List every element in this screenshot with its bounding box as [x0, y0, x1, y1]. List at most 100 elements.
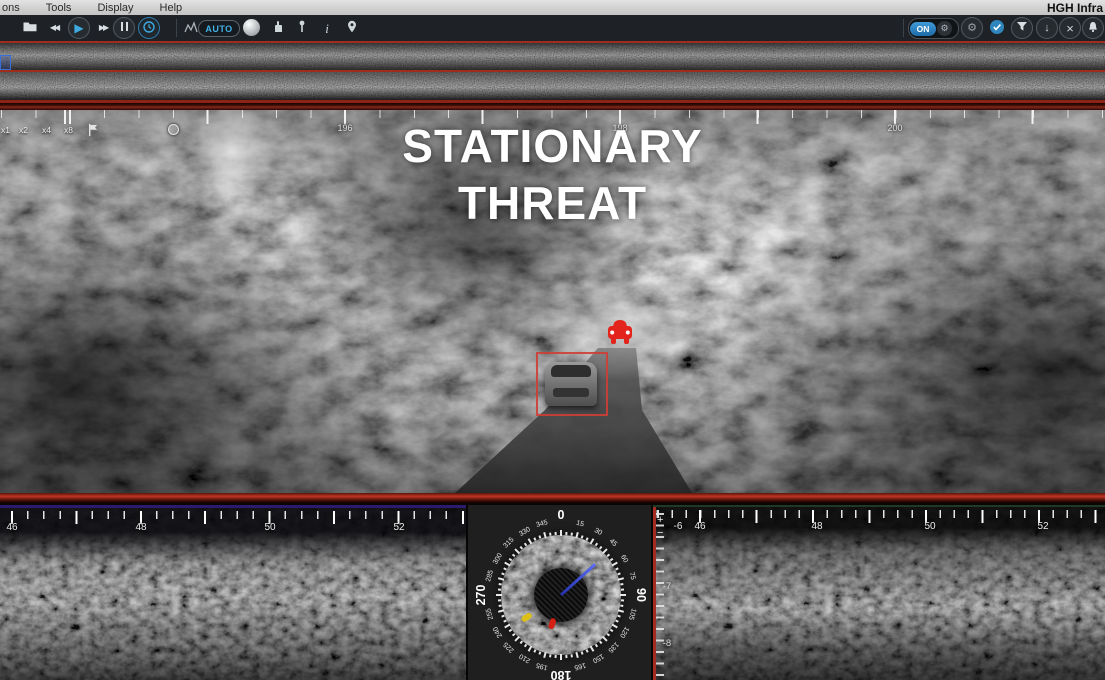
panorama-selection-box[interactable]	[0, 55, 11, 70]
compass-tick	[618, 615, 621, 618]
compass-tick	[571, 533, 573, 536]
menu-item-options-partial[interactable]: ons	[0, 2, 33, 14]
window-title: HGH Infra	[1047, 1, 1103, 15]
compass-tick	[621, 588, 624, 590]
compass-tick	[496, 594, 502, 596]
download-button[interactable]: ↓	[1036, 17, 1058, 39]
ruler-label: 50	[264, 522, 275, 533]
compass-dial[interactable]: 0153045607590105120135150165180195210225…	[473, 507, 649, 680]
compass-tick	[602, 636, 608, 642]
zoom-in-button[interactable]: +	[657, 515, 663, 525]
filter-button[interactable]	[1011, 17, 1033, 39]
compass-tick	[586, 537, 589, 540]
detection-box[interactable]	[536, 352, 608, 416]
compass-tick	[499, 605, 502, 607]
zoom-panel-right[interactable]: -646485052 -7-8 + −	[653, 505, 1105, 680]
location-pin-icon	[347, 20, 357, 36]
application-window: ons Tools Display Help HGH Infra ◀◀ ▶ ▶▶	[0, 0, 1105, 680]
fast-forward-icon: ▶▶	[99, 24, 107, 32]
compass-tick	[549, 655, 551, 658]
compass-label: 60	[619, 553, 629, 563]
clock-icon	[143, 21, 155, 36]
brightness-ball-icon[interactable]	[243, 19, 260, 36]
zoom-panel-left[interactable]: 46485052	[0, 505, 466, 680]
ruler-label: 46	[694, 521, 705, 532]
compass-label: 120	[618, 625, 630, 639]
compass-label: 300	[492, 552, 504, 566]
compass-tick	[575, 652, 578, 658]
compass-tick	[501, 615, 504, 618]
compass-tick	[581, 652, 584, 655]
compass-tick	[571, 655, 573, 658]
toolbar: ◀◀ ▶ ▶▶ AUTO	[0, 15, 1105, 41]
info-button[interactable]: i	[316, 17, 338, 39]
settings-button[interactable]: ⚙	[961, 17, 983, 39]
compass-tick	[612, 624, 618, 629]
azimuth-ruler: 46485052	[0, 508, 466, 538]
rewind-icon: ◀◀	[50, 24, 58, 32]
panorama-strip-2[interactable]	[0, 72, 1105, 103]
detection-on-toggle[interactable]: ON ⚙	[908, 18, 959, 39]
marker-icon	[298, 20, 306, 36]
compass-tick	[554, 655, 556, 658]
compass-tick	[618, 572, 621, 575]
hand-tool-button[interactable]	[266, 17, 288, 39]
ruler-label: 46	[6, 522, 17, 533]
menu-item-display[interactable]: Display	[84, 2, 146, 14]
marker-tool-button[interactable]	[291, 17, 313, 39]
rewind-button[interactable]: ◀◀	[43, 17, 65, 39]
filter-funnel-icon	[1016, 21, 1028, 35]
compass-tick	[581, 535, 584, 538]
azimuth-ruler: -646485052	[653, 507, 1105, 537]
compass-tick	[618, 609, 624, 612]
ruler-label: -8	[663, 638, 671, 649]
compass-tick	[560, 654, 562, 660]
red-separator-bottom	[0, 493, 1105, 505]
elevation-labels: -7-8	[667, 507, 687, 680]
open-folder-button[interactable]	[19, 17, 41, 39]
compass-label: 330	[518, 526, 532, 538]
ruler-label: 50	[924, 521, 935, 532]
play-button[interactable]: ▶	[68, 17, 90, 39]
compass-tick	[498, 577, 504, 580]
compass-label: 240	[492, 625, 504, 639]
menu-bar: ons Tools Display Help HGH Infra	[0, 0, 1105, 15]
close-button[interactable]: ×	[1059, 17, 1081, 39]
compass-label: 270	[474, 585, 488, 606]
compass-tick	[503, 620, 506, 623]
zoom-out-button[interactable]: −	[657, 528, 663, 538]
compass-tick	[498, 588, 501, 590]
compass-label: 195	[536, 661, 549, 671]
compass-label: 30	[592, 527, 602, 537]
compass-label: 150	[591, 652, 605, 664]
compass-label: 15	[575, 520, 584, 529]
compass-tick	[599, 546, 602, 549]
pause-icon	[119, 22, 129, 34]
menu-item-tools[interactable]: Tools	[33, 2, 85, 14]
confirm-button[interactable]	[986, 17, 1008, 39]
history-button[interactable]	[138, 17, 160, 39]
info-icon: i	[325, 22, 329, 35]
compass-tick	[599, 641, 602, 644]
histogram-icon	[184, 20, 198, 36]
panorama-strip-1[interactable]	[0, 41, 1105, 72]
compass-tick	[586, 650, 589, 653]
compass-tick	[610, 558, 613, 561]
compass-label: 315	[503, 537, 516, 550]
alarm-button[interactable]	[1082, 17, 1104, 39]
compass-tick	[543, 652, 546, 658]
on-toggle-label: ON	[910, 22, 936, 36]
compass-tick	[543, 532, 546, 538]
auto-button[interactable]: AUTO	[198, 20, 240, 37]
ruler-label: 48	[811, 521, 822, 532]
compass-tick	[607, 633, 610, 636]
red-car-icon	[604, 316, 636, 347]
gear-icon: ⚙	[967, 23, 977, 34]
compass-tick	[499, 583, 502, 585]
location-button[interactable]	[341, 17, 363, 39]
pause-button[interactable]	[113, 17, 135, 39]
main-view-canvas[interactable]: 196198200 x1 x2 x4 x8 STATIONARY THREAT	[0, 110, 1105, 493]
fast-forward-button[interactable]: ▶▶	[92, 17, 114, 39]
strip-shading	[0, 43, 1105, 70]
menu-item-help[interactable]: Help	[147, 2, 196, 14]
